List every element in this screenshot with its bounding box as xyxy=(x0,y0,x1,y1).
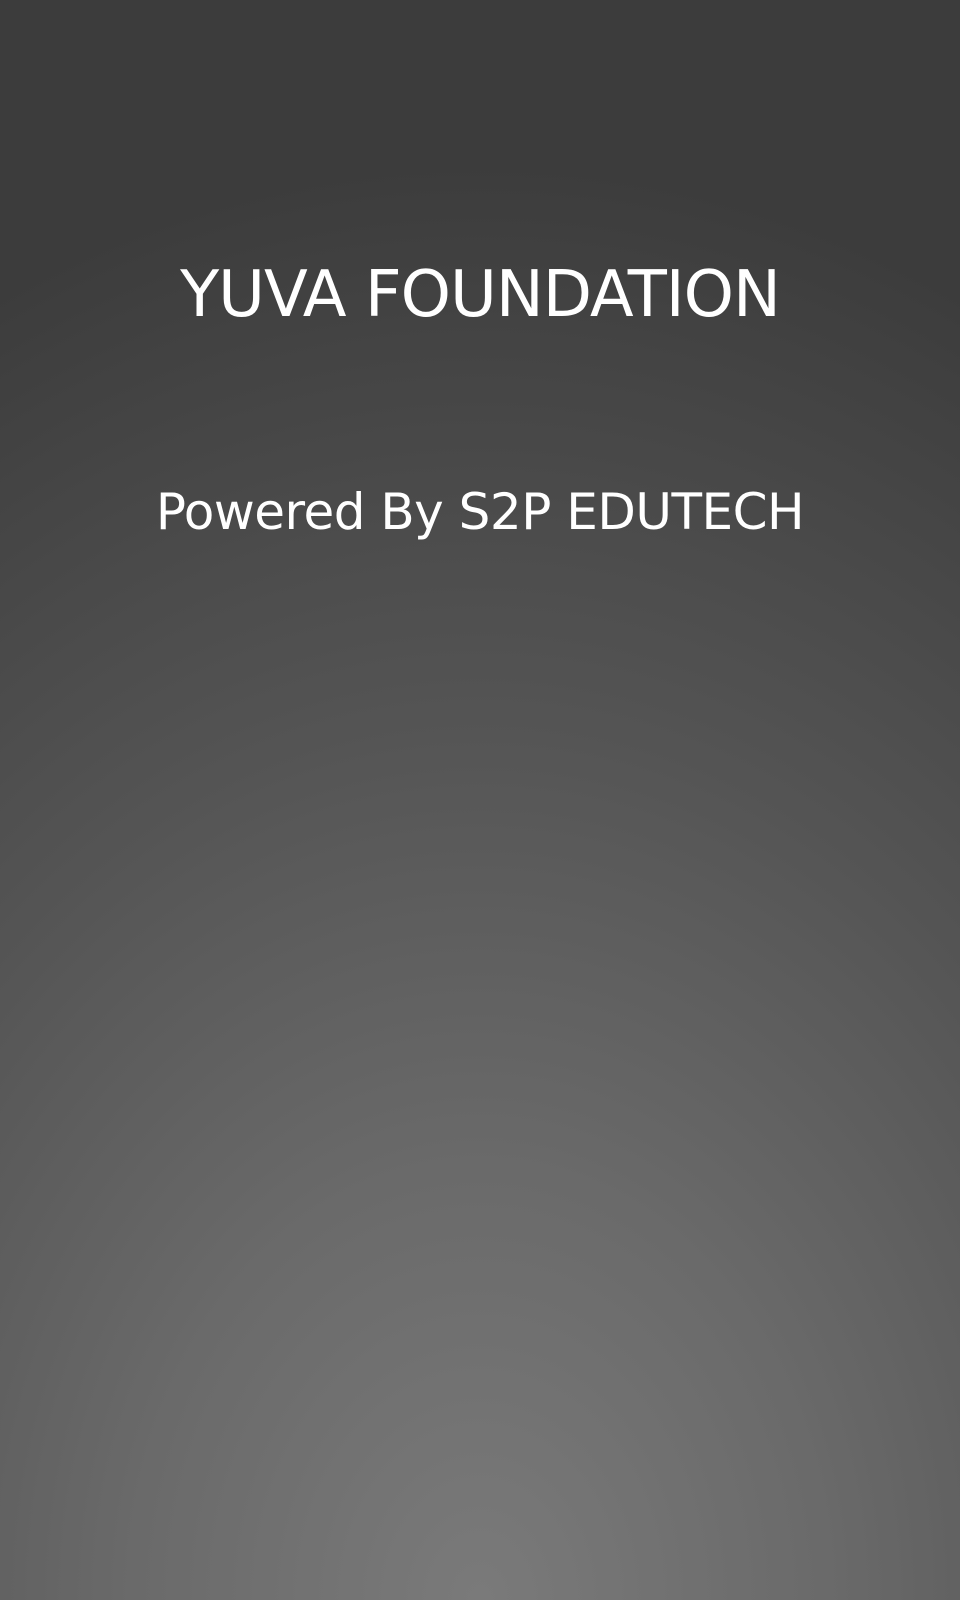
splash-screen: YUVA FOUNDATION Powered By S2P EDUTECH xyxy=(0,0,960,1600)
powered-by-label: Powered By S2P EDUTECH xyxy=(155,483,805,541)
app-title: YUVA FOUNDATION xyxy=(180,258,781,332)
